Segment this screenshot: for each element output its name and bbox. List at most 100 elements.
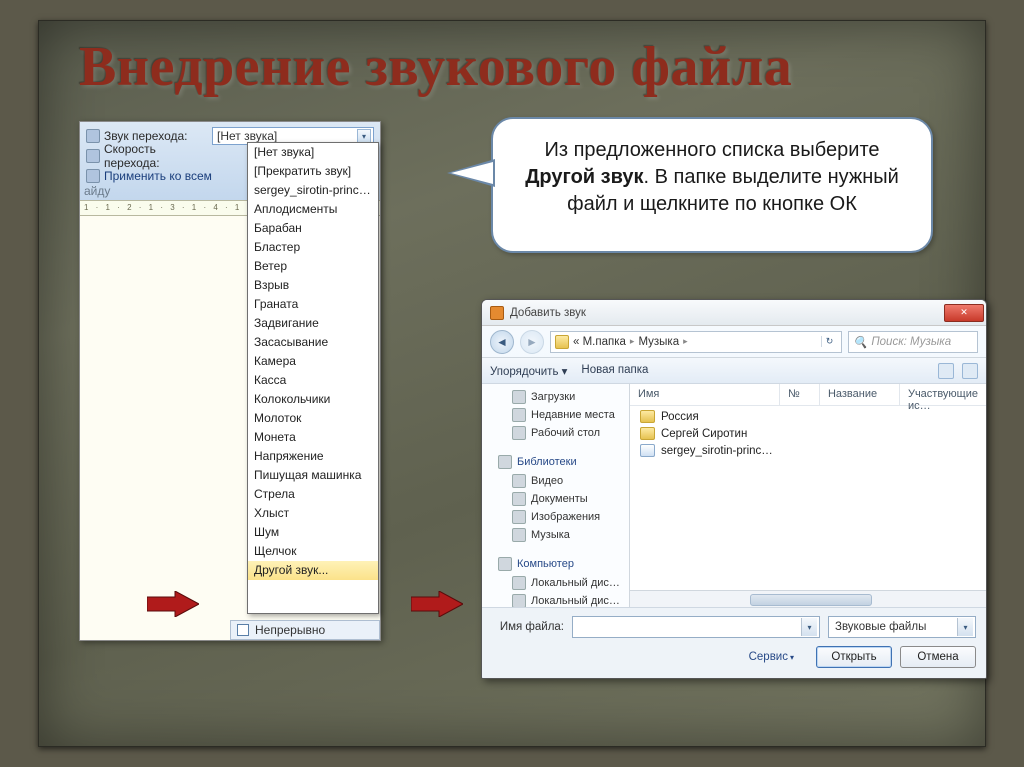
dd-opt[interactable]: Молоток — [248, 409, 378, 428]
breadcrumb[interactable]: « М.папка▸ Музыка▸ ↻ — [550, 331, 842, 353]
new-folder-button[interactable]: Новая папка — [581, 364, 648, 378]
file-name: Сергей Сиротин — [661, 428, 747, 440]
computer-icon — [498, 557, 512, 571]
nav-head-label[interactable]: Библиотеки — [517, 456, 577, 468]
video-icon — [512, 474, 526, 488]
dd-opt[interactable]: [Нет звука] — [248, 143, 378, 162]
nav-item-label[interactable]: Видео — [531, 475, 563, 487]
speed-icon — [86, 149, 100, 163]
filename-label: Имя файла: — [492, 621, 564, 633]
dd-opt-other-sound[interactable]: Другой звук... — [248, 561, 378, 580]
chevron-down-icon[interactable]: ▾ — [357, 129, 371, 143]
nav-head-label[interactable]: Компьютер — [517, 558, 574, 570]
dd-opt[interactable]: Граната — [248, 295, 378, 314]
nav-item-label[interactable]: Локальный дис… — [531, 577, 620, 589]
col-title[interactable]: Название — [820, 384, 900, 405]
nav-item-label[interactable]: Документы — [531, 493, 588, 505]
dd-opt[interactable]: Засасывание — [248, 333, 378, 352]
desktop-icon — [512, 426, 526, 440]
dd-opt[interactable]: Щелчок — [248, 542, 378, 561]
nav-item-label[interactable]: Музыка — [531, 529, 570, 541]
dd-opt[interactable]: Камера — [248, 352, 378, 371]
forward-button[interactable]: ► — [520, 330, 544, 354]
sound-dropdown-list[interactable]: [Нет звука] [Прекратить звук] sergey_sir… — [247, 142, 379, 614]
nav-item-label[interactable]: Изображения — [531, 511, 600, 523]
file-columns-header[interactable]: Имя № Название Участвующие ис… — [630, 384, 986, 406]
continuous-checkbox[interactable] — [237, 624, 249, 636]
crumb-item[interactable]: « М.папка — [573, 336, 626, 348]
app-icon — [490, 306, 504, 320]
dd-opt[interactable]: Пишущая машинка — [248, 466, 378, 485]
disk-icon — [512, 576, 526, 590]
dd-opt[interactable]: Монета — [248, 428, 378, 447]
pictures-icon — [512, 510, 526, 524]
dd-opt[interactable]: Касса — [248, 371, 378, 390]
continuous-row[interactable]: Непрерывно — [230, 620, 380, 640]
dialog-toolbar: Упорядочить ▾ Новая папка — [482, 358, 986, 384]
chevron-down-icon[interactable]: ▾ — [957, 618, 973, 636]
slide-surface: Внедрение звукового файла Из предложенно… — [38, 20, 986, 747]
dd-opt[interactable]: Колокольчики — [248, 390, 378, 409]
dd-opt[interactable]: [Прекратить звук] — [248, 162, 378, 181]
nav-item-label[interactable]: Недавние места — [531, 409, 615, 421]
filetype-dropdown[interactable]: Звуковые файлы ▾ — [828, 616, 976, 638]
dialog-body: Загрузки Недавние места Рабочий стол Биб… — [482, 384, 986, 607]
speed-label: Скорость перехода: — [104, 142, 208, 170]
search-icon: 🔍 — [853, 335, 867, 349]
back-button[interactable]: ◄ — [490, 330, 514, 354]
file-name: sergey_sirotin-princ… — [661, 445, 773, 457]
dd-opt[interactable]: Бластер — [248, 238, 378, 257]
arrow-icon — [411, 591, 463, 617]
folder-icon — [555, 335, 569, 349]
list-item[interactable]: Сергей Сиротин — [630, 425, 986, 442]
dd-opt[interactable]: Аплодисменты — [248, 200, 378, 219]
documents-icon — [512, 492, 526, 506]
apply-icon — [86, 169, 100, 183]
instruction-callout: Из предложенного списка выберите Другой … — [491, 117, 933, 253]
filename-input[interactable]: ▾ — [572, 616, 820, 638]
apply-all-link[interactable]: Применить ко всем — [104, 169, 212, 183]
organize-menu[interactable]: Упорядочить ▾ — [490, 364, 567, 378]
chevron-down-icon[interactable]: ▾ — [801, 618, 817, 636]
col-artists[interactable]: Участвующие ис… — [900, 384, 986, 405]
nav-item-label[interactable]: Загрузки — [531, 391, 575, 403]
filetype-label: Звуковые файлы — [835, 621, 926, 633]
nav-item-label[interactable]: Рабочий стол — [531, 427, 600, 439]
folder-icon — [640, 427, 655, 440]
open-button[interactable]: Открыть — [816, 646, 892, 668]
list-item[interactable]: sergey_sirotin-princ… — [630, 442, 986, 459]
col-num[interactable]: № — [780, 384, 820, 405]
service-menu[interactable]: Сервис ▾ — [749, 651, 794, 663]
music-icon — [512, 528, 526, 542]
horizontal-scrollbar[interactable] — [630, 590, 986, 607]
dd-opt[interactable]: sergey_sirotin-princess.wav — [248, 181, 378, 200]
nav-item-label[interactable]: Локальный дис… — [531, 595, 620, 607]
search-placeholder: Поиск: Музыка — [871, 336, 951, 348]
crumb-item[interactable]: Музыка — [638, 336, 679, 348]
close-icon[interactable]: ✕ — [944, 304, 984, 322]
nav-pane[interactable]: Загрузки Недавние места Рабочий стол Биб… — [482, 384, 630, 607]
dd-opt[interactable]: Шум — [248, 523, 378, 542]
powerpoint-transition-panel: Звук перехода: [Нет звука] ▾ Скорость пе… — [79, 121, 381, 641]
view-icon[interactable] — [938, 363, 954, 379]
file-list[interactable]: Россия Сергей Сиротин sergey_sirotin-pri… — [630, 406, 986, 590]
dd-opt[interactable]: Хлыст — [248, 504, 378, 523]
search-input[interactable]: 🔍 Поиск: Музыка — [848, 331, 978, 353]
cancel-button[interactable]: Отмена — [900, 646, 976, 668]
list-item[interactable]: Россия — [630, 408, 986, 425]
dd-opt[interactable]: Задвигание — [248, 314, 378, 333]
dd-opt[interactable]: Напряжение — [248, 447, 378, 466]
slide-title: Внедрение звукового файла — [79, 35, 792, 99]
refresh-icon[interactable]: ↻ — [821, 336, 837, 347]
dialog-titlebar[interactable]: Добавить звук ✕ — [482, 300, 986, 326]
dd-opt[interactable]: Взрыв — [248, 276, 378, 295]
col-name[interactable]: Имя — [630, 384, 780, 405]
dialog-bottom-panel: Имя файла: ▾ Звуковые файлы ▾ Сервис ▾ О… — [482, 607, 986, 678]
dd-opt[interactable]: Барабан — [248, 219, 378, 238]
dd-opt[interactable]: Ветер — [248, 257, 378, 276]
dd-opt[interactable]: Стрела — [248, 485, 378, 504]
callout-bold: Другой звук — [525, 166, 643, 188]
disk-icon — [512, 594, 526, 607]
help-icon[interactable] — [962, 363, 978, 379]
arrow-icon — [147, 591, 199, 617]
